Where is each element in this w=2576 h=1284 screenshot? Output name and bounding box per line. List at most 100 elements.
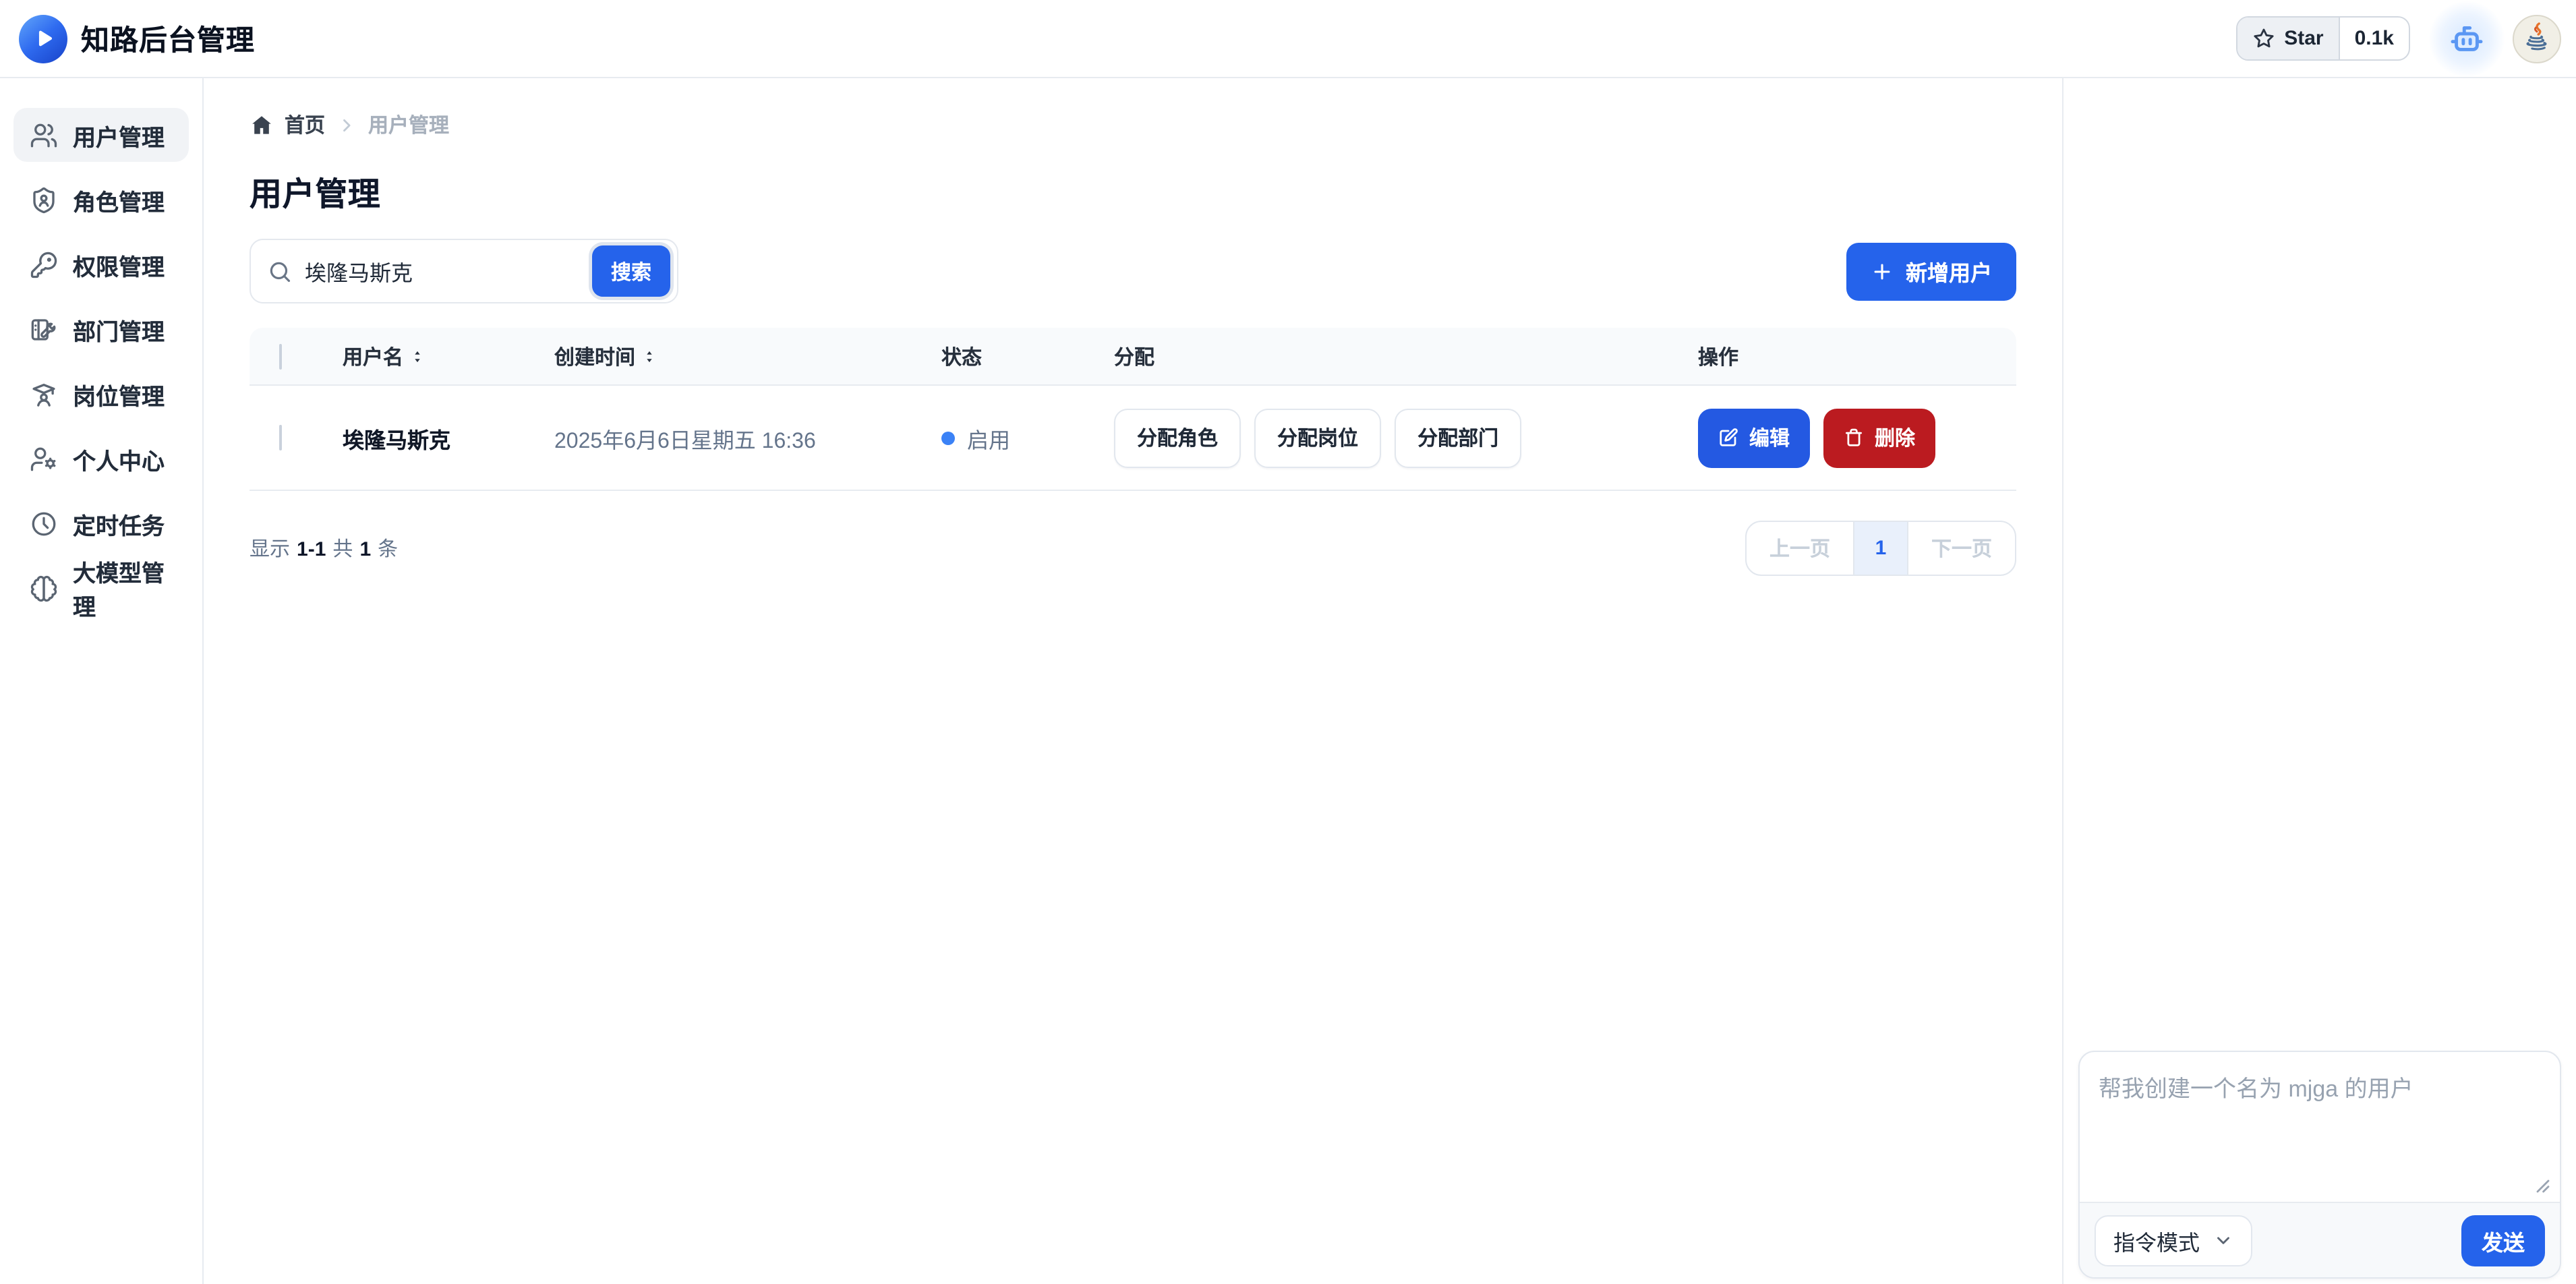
play-icon xyxy=(32,27,55,50)
mode-label: 指令模式 xyxy=(2113,1224,2200,1256)
sidebar-item-label: 大模型管理 xyxy=(73,554,173,622)
assign-position-button[interactable]: 分配岗位 xyxy=(1254,408,1381,467)
search-button[interactable]: 搜索 xyxy=(592,245,670,297)
prev-page-button[interactable]: 上一页 xyxy=(1747,522,1853,575)
chat-card: 指令模式 发送 xyxy=(2078,1051,2561,1279)
users-table: 用户名 创建时间 状态 分配 操作 埃隆马斯克 2025年6月6日星期五 16:… xyxy=(250,328,2016,491)
page-number-button[interactable]: 1 xyxy=(1853,522,1908,575)
key-icon xyxy=(30,250,58,279)
user-avatar[interactable] xyxy=(2513,14,2561,63)
edit-pen-icon xyxy=(1718,428,1738,448)
column-header-username[interactable]: 用户名 xyxy=(343,342,554,370)
sidebar-nav: 用户管理 角色管理 权限管理 xyxy=(0,78,204,1284)
sidebar-item-departments[interactable]: 部门管理 xyxy=(13,302,189,356)
star-segment[interactable]: Star xyxy=(2237,18,2339,59)
table-footer: 显示 1-1 共 1 条 上一页 1 下一页 xyxy=(250,521,2016,576)
column-label: 用户名 xyxy=(343,342,403,370)
summary-range: 1-1 xyxy=(297,538,326,561)
resize-handle-icon[interactable] xyxy=(2536,1179,2550,1194)
sidebar-item-users[interactable]: 用户管理 xyxy=(13,108,189,162)
status-dot xyxy=(941,431,955,444)
sidebar-item-roles[interactable]: 角色管理 xyxy=(13,173,189,227)
sidebar-item-scheduled-tasks[interactable]: 定时任务 xyxy=(13,496,189,550)
sort-icon xyxy=(641,347,658,365)
chevron-right-icon xyxy=(337,115,356,134)
page-title: 用户管理 xyxy=(250,167,2016,214)
top-header: 知路后台管理 Star 0.1k xyxy=(0,0,2576,78)
sidebar-item-label: 部门管理 xyxy=(73,312,165,346)
toolbar: 搜索 新增用户 xyxy=(250,239,2016,303)
sidebar-item-label: 个人中心 xyxy=(73,442,165,475)
github-star-button[interactable]: Star 0.1k xyxy=(2235,16,2410,61)
row-checkbox[interactable] xyxy=(279,424,282,450)
search-box: 搜索 xyxy=(250,239,678,303)
cell-created-time: 2025年6月6日星期五 16:36 xyxy=(554,421,941,454)
main-content: 首页 用户管理 用户管理 搜索 新增用户 xyxy=(204,78,2062,1284)
star-icon xyxy=(2252,27,2275,50)
trash-icon xyxy=(1844,428,1864,448)
sidebar-item-positions[interactable]: 岗位管理 xyxy=(13,367,189,421)
column-header-created[interactable]: 创建时间 xyxy=(554,342,941,370)
column-header-assign: 分配 xyxy=(1114,342,1698,370)
search-input[interactable] xyxy=(305,259,580,283)
column-label: 创建时间 xyxy=(554,342,635,370)
sidebar-item-label: 权限管理 xyxy=(73,247,165,281)
sidebar-item-profile[interactable]: 个人中心 xyxy=(13,432,189,486)
sidebar-item-permissions[interactable]: 权限管理 xyxy=(13,237,189,291)
app: 知路后台管理 Star 0.1k xyxy=(0,0,2576,1284)
add-user-label: 新增用户 xyxy=(1906,255,1992,287)
summary-total-label: 共 xyxy=(332,534,353,562)
bot-icon xyxy=(2448,20,2486,57)
chat-input[interactable] xyxy=(2080,1052,2560,1202)
breadcrumb: 首页 用户管理 xyxy=(250,111,2016,139)
delete-label: 删除 xyxy=(1875,424,1915,452)
shield-user-icon xyxy=(30,185,58,214)
app-title: 知路后台管理 xyxy=(81,18,255,59)
header-actions: Star 0.1k xyxy=(2235,1,2561,76)
pagination: 上一页 1 下一页 xyxy=(1745,521,2016,576)
sort-icon xyxy=(409,347,426,365)
breadcrumb-home-label: 首页 xyxy=(285,111,325,139)
java-logo-avatar xyxy=(2514,16,2560,61)
summary-show: 显示 xyxy=(250,534,290,562)
cell-username: 埃隆马斯克 xyxy=(343,421,554,454)
sidebar-item-llm[interactable]: 大模型管理 xyxy=(13,561,189,615)
assign-department-button[interactable]: 分配部门 xyxy=(1395,408,1521,467)
breadcrumb-home-link[interactable]: 首页 xyxy=(250,111,325,139)
send-button[interactable]: 发送 xyxy=(2461,1215,2545,1266)
sidebar-item-label: 角色管理 xyxy=(73,183,165,216)
assistant-bot-button[interactable] xyxy=(2429,1,2505,76)
star-label: Star xyxy=(2284,27,2323,50)
assign-role-button[interactable]: 分配角色 xyxy=(1114,408,1241,467)
sidebar-item-label: 用户管理 xyxy=(73,118,165,152)
column-header-status: 状态 xyxy=(941,342,1114,370)
edit-label: 编辑 xyxy=(1749,424,1790,452)
home-icon xyxy=(250,113,274,137)
table-header-row: 用户名 创建时间 状态 分配 操作 xyxy=(250,328,2016,386)
cell-actions: 编辑 删除 xyxy=(1698,408,2016,467)
sidebar-item-label: 定时任务 xyxy=(73,506,165,540)
brain-icon xyxy=(30,574,58,602)
star-count[interactable]: 0.1k xyxy=(2340,18,2409,59)
select-all-checkbox[interactable] xyxy=(279,343,282,369)
results-summary: 显示 1-1 共 1 条 xyxy=(250,534,398,562)
app-logo xyxy=(19,14,67,63)
chat-input-area xyxy=(2080,1052,2560,1202)
clock-icon xyxy=(30,509,58,537)
plus-icon xyxy=(1871,260,1894,283)
sidebar-item-label: 岗位管理 xyxy=(73,377,165,411)
chevron-down-icon xyxy=(2213,1230,2233,1250)
summary-unit: 条 xyxy=(378,534,398,562)
status-label: 启用 xyxy=(967,421,1010,454)
delete-button[interactable]: 删除 xyxy=(1823,408,1935,467)
breadcrumb-current: 用户管理 xyxy=(368,111,449,139)
chat-footer: 指令模式 发送 xyxy=(2080,1202,2560,1277)
table-row: 埃隆马斯克 2025年6月6日星期五 16:36 启用 分配角色 分配岗位 分配… xyxy=(250,386,2016,491)
mode-select-dropdown[interactable]: 指令模式 xyxy=(2095,1215,2252,1266)
next-page-button[interactable]: 下一页 xyxy=(1908,522,2015,575)
column-header-actions: 操作 xyxy=(1698,342,2016,370)
summary-total: 1 xyxy=(359,538,371,561)
add-user-button[interactable]: 新增用户 xyxy=(1846,242,2016,300)
edit-button[interactable]: 编辑 xyxy=(1698,408,1810,467)
cell-assign: 分配角色 分配岗位 分配部门 xyxy=(1114,408,1698,467)
